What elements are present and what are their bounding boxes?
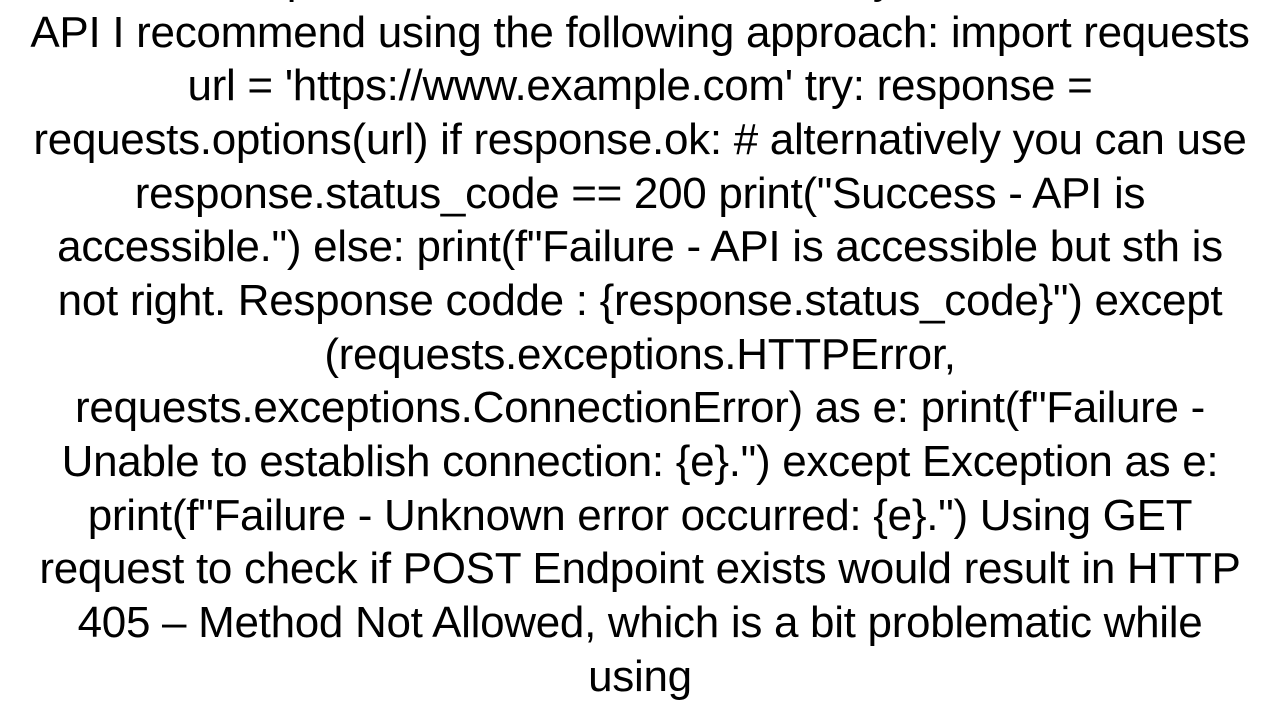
document-body: for POST request but don't want to send … [0,0,1280,720]
body-text: for POST request but don't want to send … [24,0,1256,703]
